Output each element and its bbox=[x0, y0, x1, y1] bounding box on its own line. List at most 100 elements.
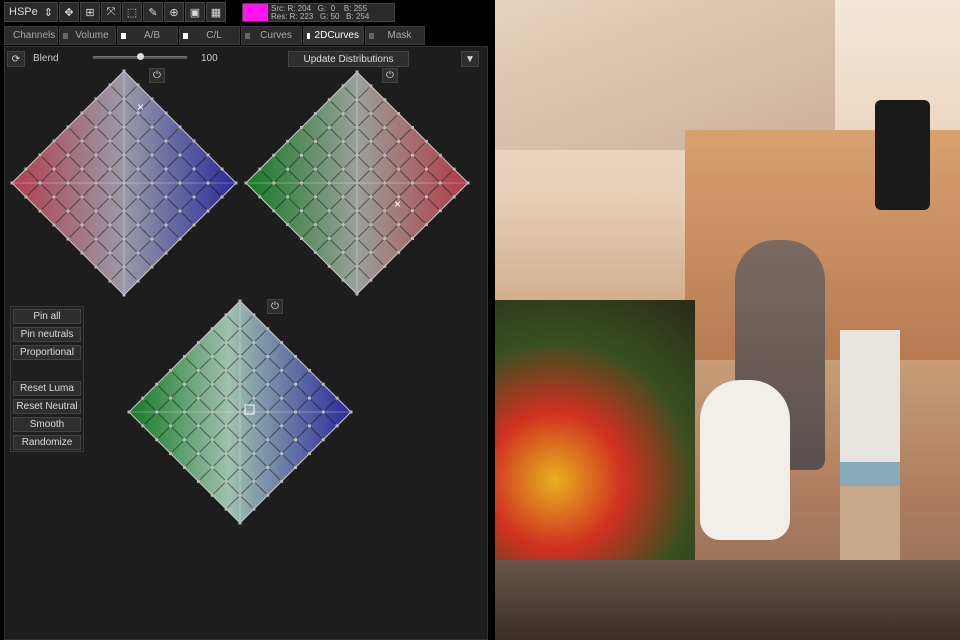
control-point[interactable] bbox=[327, 264, 331, 268]
control-point[interactable] bbox=[94, 181, 98, 185]
control-point[interactable] bbox=[150, 181, 154, 185]
control-point[interactable] bbox=[424, 139, 428, 143]
control-point[interactable] bbox=[252, 368, 256, 372]
control-point[interactable] bbox=[294, 355, 297, 358]
control-point[interactable] bbox=[224, 452, 228, 456]
control-point[interactable] bbox=[272, 209, 276, 213]
control-point[interactable] bbox=[369, 84, 373, 88]
control-point[interactable] bbox=[252, 396, 256, 400]
control-point[interactable] bbox=[238, 493, 242, 497]
control-point[interactable] bbox=[108, 83, 112, 87]
control-point[interactable] bbox=[66, 209, 70, 213]
control-point[interactable] bbox=[238, 466, 242, 469]
control-point[interactable] bbox=[80, 111, 84, 115]
control-point[interactable] bbox=[206, 209, 210, 213]
control-point[interactable] bbox=[38, 209, 42, 213]
control-point[interactable] bbox=[80, 251, 84, 255]
control-point[interactable] bbox=[38, 181, 42, 185]
control-point[interactable] bbox=[80, 139, 84, 143]
control-point[interactable] bbox=[355, 70, 359, 74]
control-point[interactable] bbox=[136, 167, 140, 171]
control-point[interactable] bbox=[383, 237, 387, 240]
control-point[interactable] bbox=[234, 181, 238, 185]
control-point[interactable] bbox=[178, 209, 182, 213]
control-point[interactable] bbox=[196, 368, 200, 372]
control-point[interactable] bbox=[238, 355, 242, 358]
control-point[interactable] bbox=[321, 410, 325, 414]
control-point[interactable] bbox=[355, 237, 359, 240]
control-point[interactable] bbox=[224, 507, 228, 511]
control-point[interactable] bbox=[136, 139, 140, 143]
control-point[interactable] bbox=[383, 264, 387, 268]
control-point[interactable] bbox=[411, 209, 414, 213]
control-point[interactable] bbox=[327, 181, 331, 185]
control-point[interactable] bbox=[155, 382, 159, 386]
control-point[interactable] bbox=[452, 195, 456, 199]
control-point[interactable] bbox=[286, 167, 290, 171]
control-point[interactable] bbox=[224, 313, 228, 317]
control-point[interactable] bbox=[224, 341, 228, 345]
control-point[interactable] bbox=[127, 410, 131, 414]
control-point[interactable] bbox=[341, 195, 345, 199]
control-point[interactable] bbox=[383, 126, 387, 129]
control-point[interactable] bbox=[210, 493, 214, 497]
control-point[interactable] bbox=[313, 167, 317, 171]
control-point[interactable] bbox=[164, 251, 168, 255]
control-point[interactable] bbox=[196, 452, 200, 456]
control-point[interactable] bbox=[355, 264, 359, 268]
control-point[interactable] bbox=[355, 181, 359, 185]
control-point[interactable] bbox=[238, 438, 242, 442]
control-point[interactable] bbox=[169, 368, 173, 372]
control-point[interactable] bbox=[383, 209, 387, 213]
control-point[interactable] bbox=[355, 98, 359, 102]
control-point[interactable] bbox=[266, 382, 270, 386]
control-point[interactable] bbox=[136, 83, 140, 87]
control-point[interactable] bbox=[438, 209, 442, 213]
control-point[interactable] bbox=[313, 250, 317, 254]
control-point[interactable] bbox=[327, 153, 331, 157]
control-point[interactable] bbox=[369, 167, 373, 171]
marker-icon[interactable]: × bbox=[394, 197, 401, 211]
marker-icon[interactable]: × bbox=[137, 100, 144, 114]
control-point[interactable] bbox=[238, 521, 242, 525]
control-point[interactable] bbox=[294, 410, 297, 414]
control-point[interactable] bbox=[122, 209, 126, 213]
control-point[interactable] bbox=[307, 368, 311, 372]
control-point[interactable] bbox=[136, 195, 140, 199]
proportional-button[interactable]: Proportional bbox=[13, 345, 81, 360]
pin-all-button[interactable]: Pin all bbox=[13, 309, 81, 324]
control-point[interactable] bbox=[438, 181, 442, 185]
control-point[interactable] bbox=[94, 265, 98, 269]
control-point[interactable] bbox=[94, 153, 98, 157]
control-point[interactable] bbox=[238, 327, 242, 331]
control-point[interactable] bbox=[108, 111, 112, 115]
control-point[interactable] bbox=[411, 126, 414, 129]
control-point[interactable] bbox=[341, 223, 345, 227]
control-point[interactable] bbox=[272, 181, 276, 185]
control-point[interactable] bbox=[206, 153, 210, 157]
control-point[interactable] bbox=[238, 382, 242, 386]
control-point[interactable] bbox=[183, 382, 186, 386]
control-point[interactable] bbox=[178, 237, 182, 241]
control-point[interactable] bbox=[169, 452, 173, 456]
control-point[interactable] bbox=[150, 237, 154, 241]
control-point[interactable] bbox=[66, 153, 70, 157]
control-point[interactable] bbox=[341, 112, 345, 116]
control-point[interactable] bbox=[210, 327, 214, 331]
control-point[interactable] bbox=[108, 223, 112, 227]
control-point[interactable] bbox=[210, 355, 214, 358]
control-point[interactable] bbox=[349, 410, 353, 414]
control-point[interactable] bbox=[258, 167, 262, 171]
control-point[interactable] bbox=[192, 167, 196, 171]
control-point[interactable] bbox=[210, 438, 214, 442]
control-point[interactable] bbox=[369, 112, 373, 116]
control-point[interactable] bbox=[169, 424, 173, 428]
control-point[interactable] bbox=[122, 153, 126, 157]
control-point[interactable] bbox=[383, 181, 387, 185]
control-point[interactable] bbox=[108, 167, 112, 171]
control-point[interactable] bbox=[452, 167, 456, 171]
control-point[interactable] bbox=[294, 438, 297, 442]
control-point[interactable] bbox=[369, 195, 373, 199]
control-point[interactable] bbox=[66, 125, 70, 129]
control-point[interactable] bbox=[80, 167, 84, 171]
